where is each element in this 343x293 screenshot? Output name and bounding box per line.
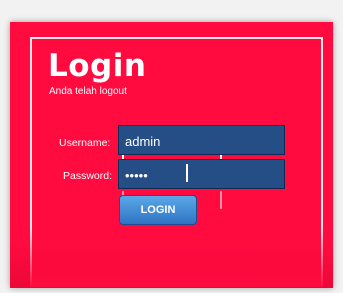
password-label: Password: [63,170,113,182]
text-caret [186,164,188,182]
page-title: Login [48,48,147,84]
username-field[interactable]: admin [118,125,285,155]
login-button[interactable]: LOGIN [119,195,197,225]
divider [220,191,222,209]
logout-message: Anda telah logout [49,86,127,97]
username-label: Username: [59,137,111,149]
password-field[interactable]: ••••• [118,159,285,189]
